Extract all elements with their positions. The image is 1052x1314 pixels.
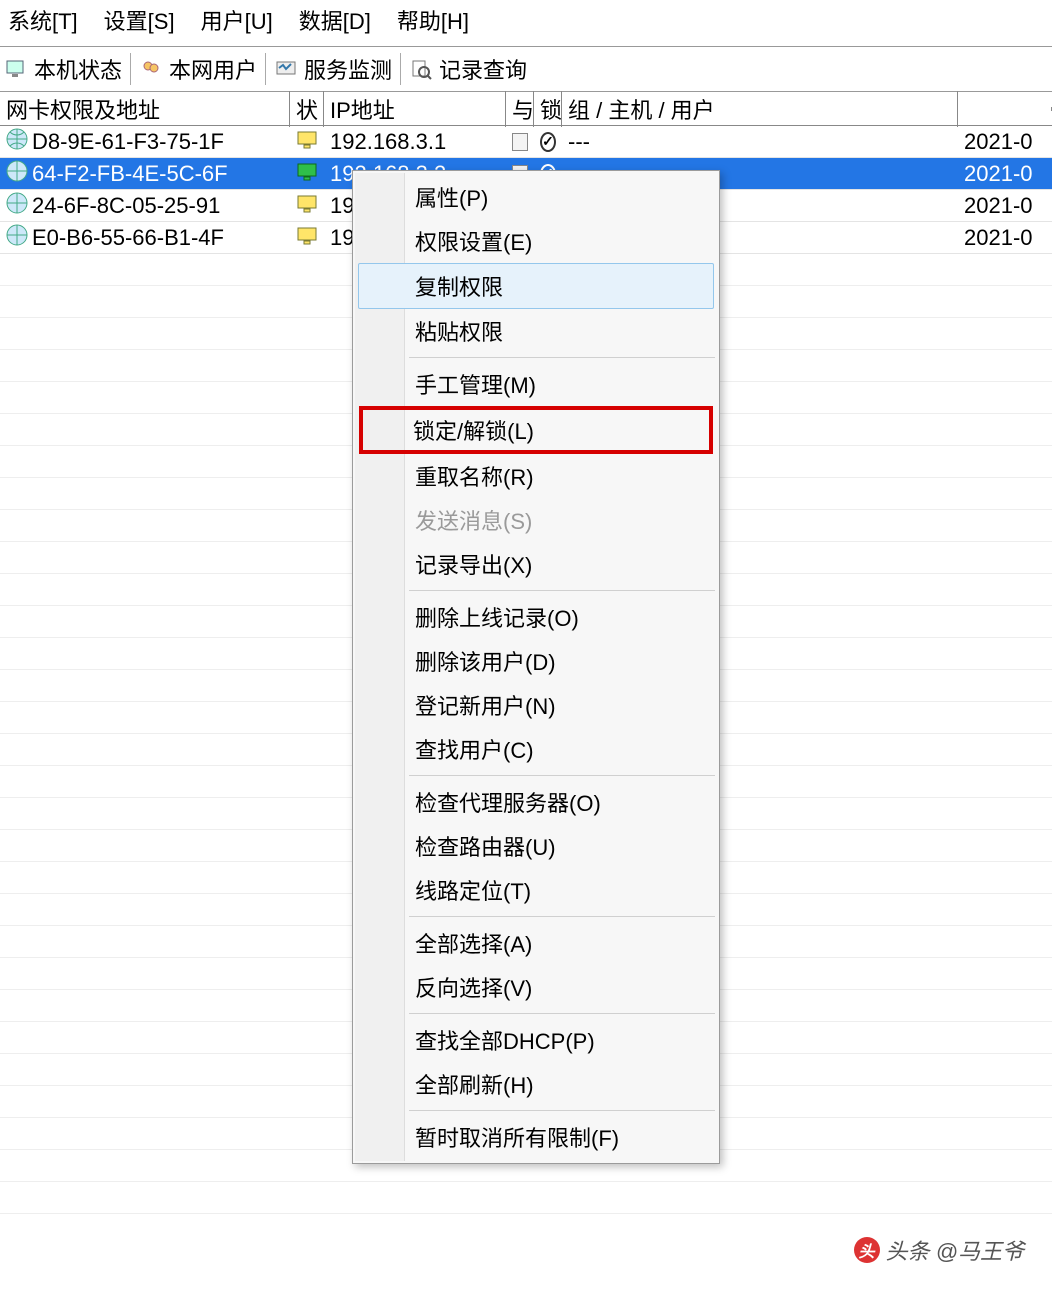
menu-separator [409,1013,715,1014]
globe-icon [6,224,28,252]
toolbar-lan-users-button[interactable]: 本网用户 [169,53,257,85]
menu-system[interactable]: 系统[T] [4,2,82,38]
context-menu-item[interactable]: 查找全部DHCP(P) [355,1018,717,1062]
menu-data[interactable]: 数据[D] [295,2,375,38]
monitor-small-icon [297,193,317,219]
col-header-status2[interactable]: 与 [506,91,534,127]
globe-icon [6,192,28,220]
context-menu-item[interactable]: 删除该用户(D) [355,639,717,683]
toolbar-service-monitor-button[interactable]: 服务监测 [304,53,392,85]
table-row[interactable]: D8-9E-61-F3-75-1F 192.168.3.1 ✓ --- 2021… [0,126,1052,158]
context-menu-item[interactable]: 线路定位(T) [355,868,717,912]
col-header-mac[interactable]: 网卡权限及地址 [0,91,290,127]
col-header-group[interactable]: 组 / 主机 / 用户 [562,91,958,127]
context-menu-item[interactable]: 全部刷新(H) [355,1062,717,1106]
context-menu-item[interactable]: 复制权限 [358,263,714,309]
context-menu-item[interactable]: 暂时取消所有限制(F) [355,1115,717,1159]
monitor-icon [274,57,298,81]
mac-address: D8-9E-61-F3-75-1F [32,129,224,155]
context-menu-item[interactable]: 粘贴权限 [355,309,717,353]
context-menu-item[interactable]: 反向选择(V) [355,965,717,1009]
globe-icon [6,128,28,156]
menubar: 系统[T] 设置[S] 用户[U] 数据[D] 帮助[H] [0,0,1052,47]
users-icon [139,57,163,81]
computer-icon [4,57,28,81]
context-menu-item[interactable]: 权限设置(E) [355,219,717,263]
watermark-label: 头条 @马王爷 [886,1234,1024,1266]
mac-address: E0-B6-55-66-B1-4F [32,225,224,251]
context-menu-item[interactable]: 删除上线记录(O) [355,595,717,639]
col-header-ip[interactable]: IP地址 [324,91,506,127]
context-menu-item[interactable]: 记录导出(X) [355,542,717,586]
monitor-small-icon [297,225,317,251]
context-menu-item: 发送消息(S) [355,498,717,542]
date-cell: 2021-0 [958,161,1052,187]
menu-settings[interactable]: 设置[S] [100,2,179,38]
status-box-icon [512,133,528,151]
menu-user[interactable]: 用户[U] [197,2,277,38]
context-menu-item[interactable]: 手工管理(M) [355,362,717,406]
date-cell: 2021-0 [958,129,1052,155]
search-log-icon [409,57,433,81]
col-header-status1[interactable]: 状 [290,91,324,127]
menu-separator [409,590,715,591]
col-header-date[interactable] [958,107,1052,111]
group-host-user: --- [562,129,958,155]
context-menu: 属性(P)权限设置(E)复制权限粘贴权限手工管理(M)锁定/解锁(L)重取名称(… [352,170,720,1164]
context-menu-item[interactable]: 锁定/解锁(L) [361,408,711,452]
context-menu-item[interactable]: 重取名称(R) [355,454,717,498]
ip-address: 192.168.3.1 [324,129,506,155]
context-menu-item[interactable]: 属性(P) [355,175,717,219]
context-menu-item[interactable]: 全部选择(A) [355,921,717,965]
watermark: 头 头条 @马王爷 [854,1234,1024,1266]
context-menu-item[interactable]: 查找用户(C) [355,727,717,771]
monitor-small-icon [297,129,317,155]
toolbar-local-status-button[interactable]: 本机状态 [34,53,122,85]
context-menu-item[interactable]: 检查代理服务器(O) [355,780,717,824]
menu-separator [409,357,715,358]
date-cell: 2021-0 [958,225,1052,251]
menu-separator [409,1110,715,1111]
toolbar: 本机状态 本网用户 服务监测 记录查询 [0,47,1052,92]
menu-separator [409,916,715,917]
menu-help[interactable]: 帮助[H] [393,2,473,38]
toolbar-log-query-button[interactable]: 记录查询 [439,53,527,85]
globe-icon [6,160,28,188]
mac-address: 64-F2-FB-4E-5C-6F [32,161,228,187]
monitor-small-icon [297,161,317,187]
menu-separator [409,775,715,776]
watermark-icon: 头 [854,1237,880,1263]
mac-address: 24-6F-8C-05-25-91 [32,193,220,219]
check-icon: ✓ [540,132,556,152]
context-menu-item[interactable]: 检查路由器(U) [355,824,717,868]
table-columns-header: 网卡权限及地址 状 IP地址 与 锁 组 / 主机 / 用户 [0,92,1052,126]
date-cell: 2021-0 [958,193,1052,219]
empty-row [0,1182,1052,1214]
col-header-status3[interactable]: 锁 [534,91,562,127]
context-menu-item[interactable]: 登记新用户(N) [355,683,717,727]
